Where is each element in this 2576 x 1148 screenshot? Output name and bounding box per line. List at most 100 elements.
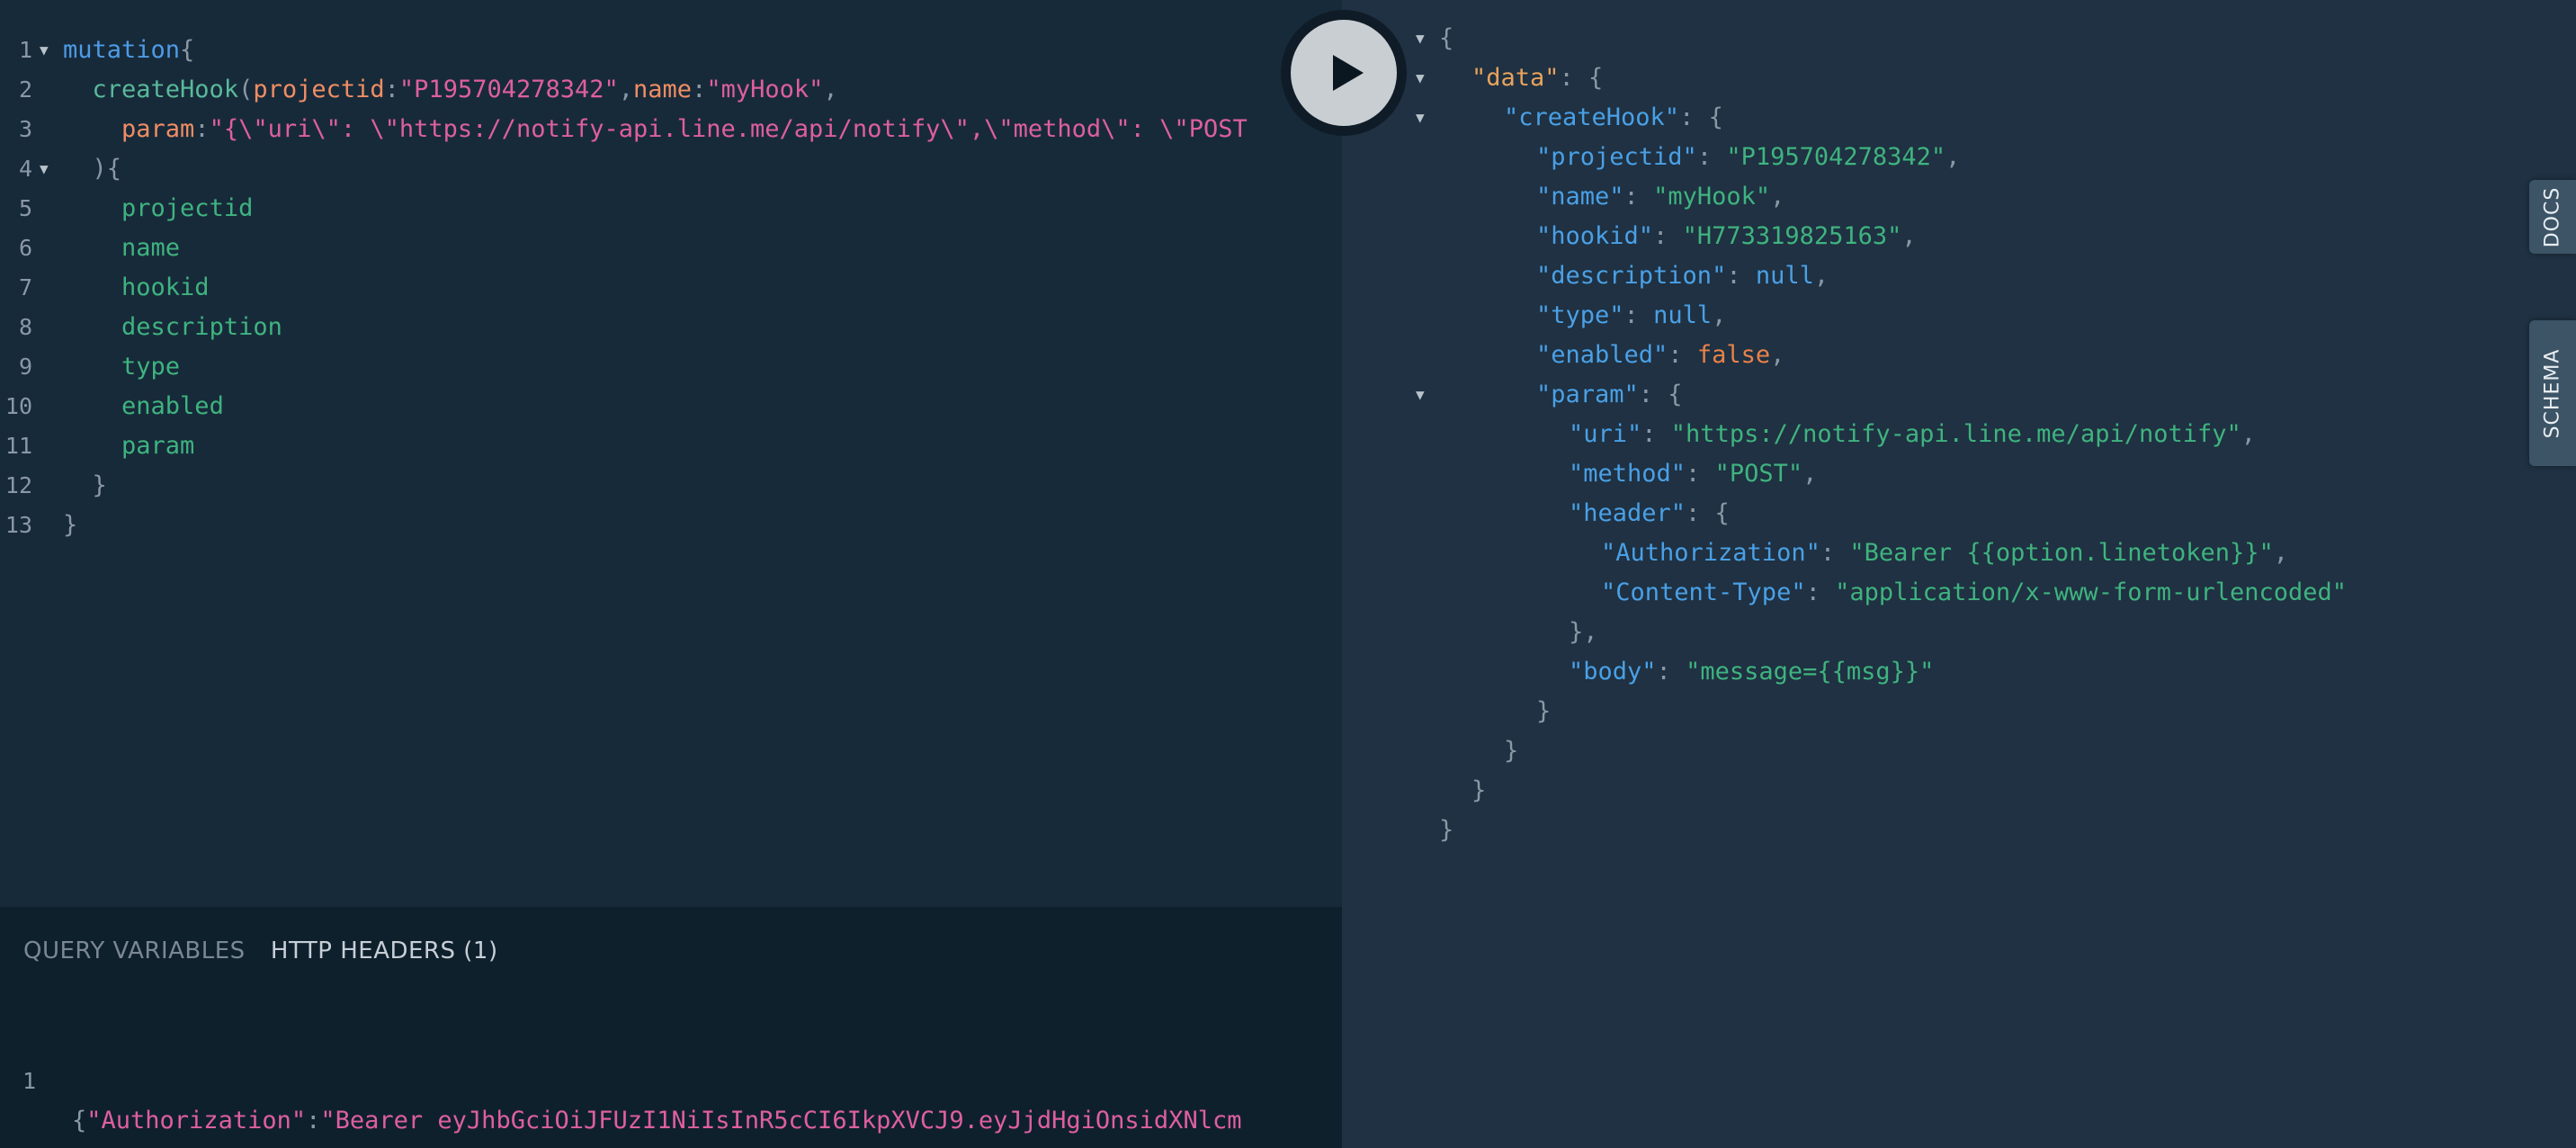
code-token: ,: [618, 76, 634, 103]
code-token: :: [194, 115, 210, 143]
result-text: "uri": "https://notify-api.line.me/api/n…: [1569, 415, 2256, 454]
result-text: "header": {: [1569, 494, 1730, 534]
code-token: :: [1686, 460, 1715, 488]
code-token: "method": [1569, 460, 1686, 488]
code-token: }: [63, 471, 107, 499]
headers-editor[interactable]: 1 {"Authorization":"Bearer eyJhbGciOiJFU…: [0, 1022, 1342, 1135]
line-number: 1: [18, 37, 32, 63]
code-token: ){: [63, 155, 122, 183]
code-text: param: [63, 426, 194, 466]
code-token: "H773319825163": [1682, 222, 1902, 250]
code-token: "P195704278342": [398, 76, 619, 103]
code-token: {: [1439, 24, 1454, 52]
code-token: projectid: [253, 76, 385, 103]
code-token: enabled: [121, 392, 224, 420]
code-text: description: [63, 308, 282, 347]
code-token: (: [238, 76, 254, 103]
code-token: ,: [1770, 341, 1785, 369]
line-number: 4: [18, 156, 32, 182]
fold-arrow-icon[interactable]: ▼: [1416, 58, 1425, 98]
result-text: "Authorization": "Bearer {{option.lineto…: [1601, 534, 2288, 573]
result-text: "type": null,: [1536, 296, 1726, 336]
code-token: : {: [1686, 499, 1730, 527]
code-token: }: [1439, 816, 1454, 844]
schema-tab[interactable]: SCHEMA: [2529, 320, 2576, 466]
code-token: ,: [1901, 222, 1917, 250]
code-token: "Authorization": [86, 1107, 307, 1135]
fold-arrow-icon[interactable]: ▼: [40, 149, 49, 189]
line-number: 1: [22, 1068, 36, 1094]
line-number: 3: [18, 116, 32, 142]
result-text: "description": null,: [1536, 256, 1829, 296]
code-token: param: [121, 115, 195, 143]
code-token: "P195704278342": [1726, 143, 1946, 171]
code-text: type: [63, 347, 180, 387]
code-token: "application/x-www-form-urlencoded": [1835, 578, 2348, 606]
execute-button-face[interactable]: [1291, 20, 1397, 126]
tab-http-headers[interactable]: HTTP HEADERS (1): [271, 937, 498, 964]
code-token: "enabled": [1536, 341, 1668, 369]
code-token: }: [1471, 776, 1487, 804]
code-token: "description": [1536, 262, 1727, 290]
code-token: :: [306, 1107, 321, 1135]
result-text: "param": {: [1536, 375, 1683, 415]
docs-tab-label: DOCS: [2541, 186, 2564, 247]
code-token: "Content-Type": [1601, 578, 1806, 606]
code-token: hookid: [121, 274, 210, 301]
code-token: "header": [1569, 499, 1686, 527]
code-token: "body": [1569, 658, 1657, 686]
result-text: "body": "message={{msg}}": [1569, 652, 1934, 692]
result-text: "projectid": "P195704278342",: [1536, 138, 1960, 177]
code-token: :: [692, 76, 707, 103]
code-token: :: [1653, 222, 1683, 250]
code-token: :: [384, 76, 399, 103]
execute-query-button[interactable]: [1281, 10, 1407, 136]
code-token: ,: [1712, 301, 1727, 329]
code-text: }: [63, 506, 77, 545]
result-text: "createHook": {: [1504, 98, 1723, 138]
code-token: :: [1641, 420, 1671, 448]
code-token: param: [121, 432, 195, 460]
code-text: createHook(projectid:"P195704278342",nam…: [63, 70, 838, 110]
code-token: false: [1696, 341, 1771, 369]
tab-query-variables[interactable]: QUERY VARIABLES: [23, 937, 246, 964]
code-token: }: [1504, 737, 1519, 765]
code-token: mutation: [63, 36, 181, 64]
code-token: "name": [1536, 183, 1624, 211]
headers-code[interactable]: {"Authorization":"Bearer eyJhbGciOiJFUzI…: [72, 1101, 1241, 1141]
code-text: hookid: [63, 268, 210, 308]
query-editor[interactable]: 1 ▼ mutation{2 createHook(projectid:"P1957…: [0, 0, 1342, 907]
code-token: }: [1536, 697, 1552, 725]
code-token: "POST": [1714, 460, 1803, 488]
fold-arrow-icon[interactable]: ▼: [1416, 19, 1425, 58]
line-number: 2: [18, 76, 32, 103]
fold-arrow-icon[interactable]: ▼: [1416, 98, 1425, 138]
fold-arrow-icon[interactable]: ▼: [40, 31, 49, 70]
code-token: "param": [1536, 381, 1639, 408]
code-token: :: [1805, 578, 1836, 606]
code-token: projectid: [121, 194, 254, 222]
code-token: "Authorization": [1601, 539, 1820, 567]
code-token: :: [1696, 143, 1727, 171]
code-token: :: [1623, 183, 1654, 211]
code-token: "https://notify-api.line.me/api/notify": [1670, 420, 2241, 448]
docs-tab[interactable]: DOCS: [2529, 180, 2576, 254]
fold-arrow-icon[interactable]: ▼: [1416, 375, 1425, 415]
code-token: : {: [1679, 103, 1723, 131]
line-number: 8: [18, 314, 32, 340]
code-token: "createHook": [1504, 103, 1680, 131]
code-token: "{\"uri\": \"https://notify-api.line.me/…: [209, 115, 1248, 143]
line-number: 12: [4, 472, 32, 498]
code-token: :: [1820, 539, 1850, 567]
code-token: : {: [1559, 64, 1604, 92]
variables-panel: QUERY VARIABLES HTTP HEADERS (1) 1 {"Aut…: [0, 907, 1342, 1148]
variables-tabs: QUERY VARIABLES HTTP HEADERS (1): [23, 937, 516, 964]
code-token: ,: [823, 76, 838, 103]
